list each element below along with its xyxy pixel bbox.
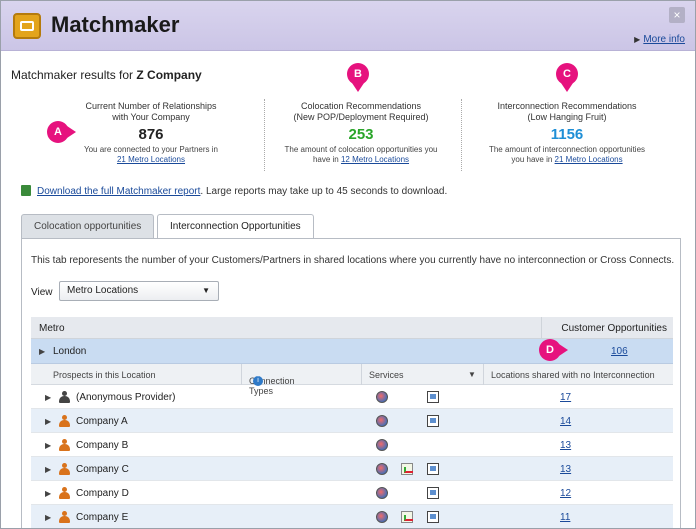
tab-description: This tab reporesents the number of your … bbox=[31, 255, 675, 266]
person-icon bbox=[59, 415, 70, 427]
callout-a: A bbox=[47, 121, 69, 143]
opportunity-count-link[interactable]: 106 bbox=[611, 346, 628, 357]
expand-triangle-icon[interactable]: ▶ bbox=[39, 347, 45, 356]
expand-triangle-icon[interactable]: ▶ bbox=[45, 513, 51, 522]
table-row[interactable]: ▶ Company C 13 bbox=[31, 457, 673, 481]
opportunities-grid: Metro Customer Opportunities ▶ London 10… bbox=[31, 317, 673, 528]
col-metro[interactable]: Metro bbox=[39, 323, 65, 334]
expand-triangle-icon[interactable]: ▶ bbox=[45, 393, 51, 402]
metro-locations-link[interactable]: 12 Metro Locations bbox=[341, 155, 409, 164]
view-select[interactable]: Metro Locations ▼ bbox=[59, 281, 219, 301]
callout-pointer bbox=[559, 344, 568, 356]
title-bar: Matchmaker × ▶ More info bbox=[1, 1, 695, 51]
screen-icon bbox=[427, 487, 439, 499]
grid-header: Metro Customer Opportunities bbox=[31, 317, 673, 339]
screen-icon bbox=[427, 415, 439, 427]
callout-b: B bbox=[347, 63, 369, 85]
stat-interconnection: Interconnection Recommendations (Low Han… bbox=[467, 101, 667, 165]
view-label: View bbox=[31, 287, 53, 298]
tab-colocation[interactable]: Colocation opportunities bbox=[21, 214, 155, 239]
prospects-header: Prospects in this Location Connection Ty… bbox=[31, 364, 673, 396]
chart-icon bbox=[401, 511, 413, 523]
locations-link[interactable]: 13 bbox=[560, 464, 571, 475]
table-row[interactable]: ▶ Company E 11 bbox=[31, 505, 673, 528]
globe-icon bbox=[376, 463, 388, 475]
stat-colocation: Colocation Recommendations (New POP/Depl… bbox=[261, 101, 461, 165]
tab-panel: This tab reporesents the number of your … bbox=[21, 238, 681, 528]
expand-triangle-icon[interactable]: ▶ bbox=[45, 465, 51, 474]
chart-icon bbox=[401, 463, 413, 475]
table-row[interactable]: ▶ Company B 13 bbox=[31, 433, 673, 457]
globe-icon bbox=[376, 487, 388, 499]
matchmaker-window: Matchmaker × ▶ More info Matchmaker resul… bbox=[0, 0, 696, 529]
more-info-link[interactable]: ▶ More info bbox=[634, 34, 685, 45]
spreadsheet-icon bbox=[21, 185, 31, 196]
metro-locations-link[interactable]: 21 Metro Locations bbox=[555, 155, 623, 164]
results-title: Matchmaker results for Z Company bbox=[11, 68, 202, 82]
locations-link[interactable]: 12 bbox=[560, 488, 571, 499]
screen-icon bbox=[427, 511, 439, 523]
handshake-icon bbox=[13, 13, 41, 39]
divider bbox=[461, 99, 462, 171]
col-services: Services bbox=[369, 370, 404, 380]
globe-icon bbox=[376, 391, 388, 403]
stat-value: 876 bbox=[138, 126, 164, 143]
globe-icon bbox=[376, 439, 388, 451]
col-prospects: Prospects in this Location bbox=[53, 370, 156, 380]
callout-pointer bbox=[561, 83, 573, 92]
table-row[interactable]: ▶ Company D 12 bbox=[31, 481, 673, 505]
download-report-link[interactable]: Download the full Matchmaker report bbox=[37, 186, 200, 197]
locations-link[interactable]: 11 bbox=[560, 512, 570, 523]
metro-row-london[interactable]: ▶ London 106 bbox=[31, 339, 673, 364]
metro-locations-link[interactable]: 21 Metro Locations bbox=[117, 155, 185, 164]
locations-link[interactable]: 17 bbox=[560, 392, 571, 403]
globe-icon bbox=[376, 415, 388, 427]
callout-c: C bbox=[556, 63, 578, 85]
table-row[interactable]: ▶ (Anonymous Provider) 17 bbox=[31, 385, 673, 409]
screen-icon bbox=[427, 391, 439, 403]
callout-pointer bbox=[67, 126, 76, 138]
expand-triangle-icon[interactable]: ▶ bbox=[45, 417, 51, 426]
person-icon bbox=[59, 463, 70, 475]
col-customer-opportunities[interactable]: Customer Opportunities bbox=[561, 323, 667, 334]
globe-icon bbox=[376, 511, 388, 523]
triangle-right-icon: ▶ bbox=[634, 35, 641, 44]
tab-interconnection[interactable]: Interconnection Opportunities bbox=[157, 214, 314, 240]
stat-value: 253 bbox=[348, 126, 374, 143]
locations-link[interactable]: 14 bbox=[560, 416, 571, 427]
download-line: Download the full Matchmaker report. Lar… bbox=[21, 185, 447, 197]
person-icon bbox=[59, 487, 70, 499]
screen-icon bbox=[427, 463, 439, 475]
col-locations-shared: Locations shared with no Interconnection bbox=[491, 370, 655, 380]
callout-pointer bbox=[352, 83, 364, 92]
close-button[interactable]: × bbox=[669, 7, 685, 23]
table-row[interactable]: ▶ Company A 14 bbox=[31, 409, 673, 433]
stat-value: 1156 bbox=[550, 126, 584, 143]
expand-triangle-icon[interactable]: ▶ bbox=[45, 489, 51, 498]
locations-link[interactable]: 13 bbox=[560, 440, 571, 451]
app-title: Matchmaker bbox=[51, 12, 180, 37]
person-icon bbox=[59, 391, 70, 403]
caret-down-icon: ▼ bbox=[202, 286, 210, 295]
person-icon bbox=[59, 511, 70, 523]
stat-relationships: Current Number of Relationships with You… bbox=[51, 101, 251, 165]
person-icon bbox=[59, 439, 70, 451]
callout-d: D bbox=[539, 339, 561, 361]
caret-down-icon[interactable]: ▼ bbox=[468, 370, 476, 379]
expand-triangle-icon[interactable]: ▶ bbox=[45, 441, 51, 450]
